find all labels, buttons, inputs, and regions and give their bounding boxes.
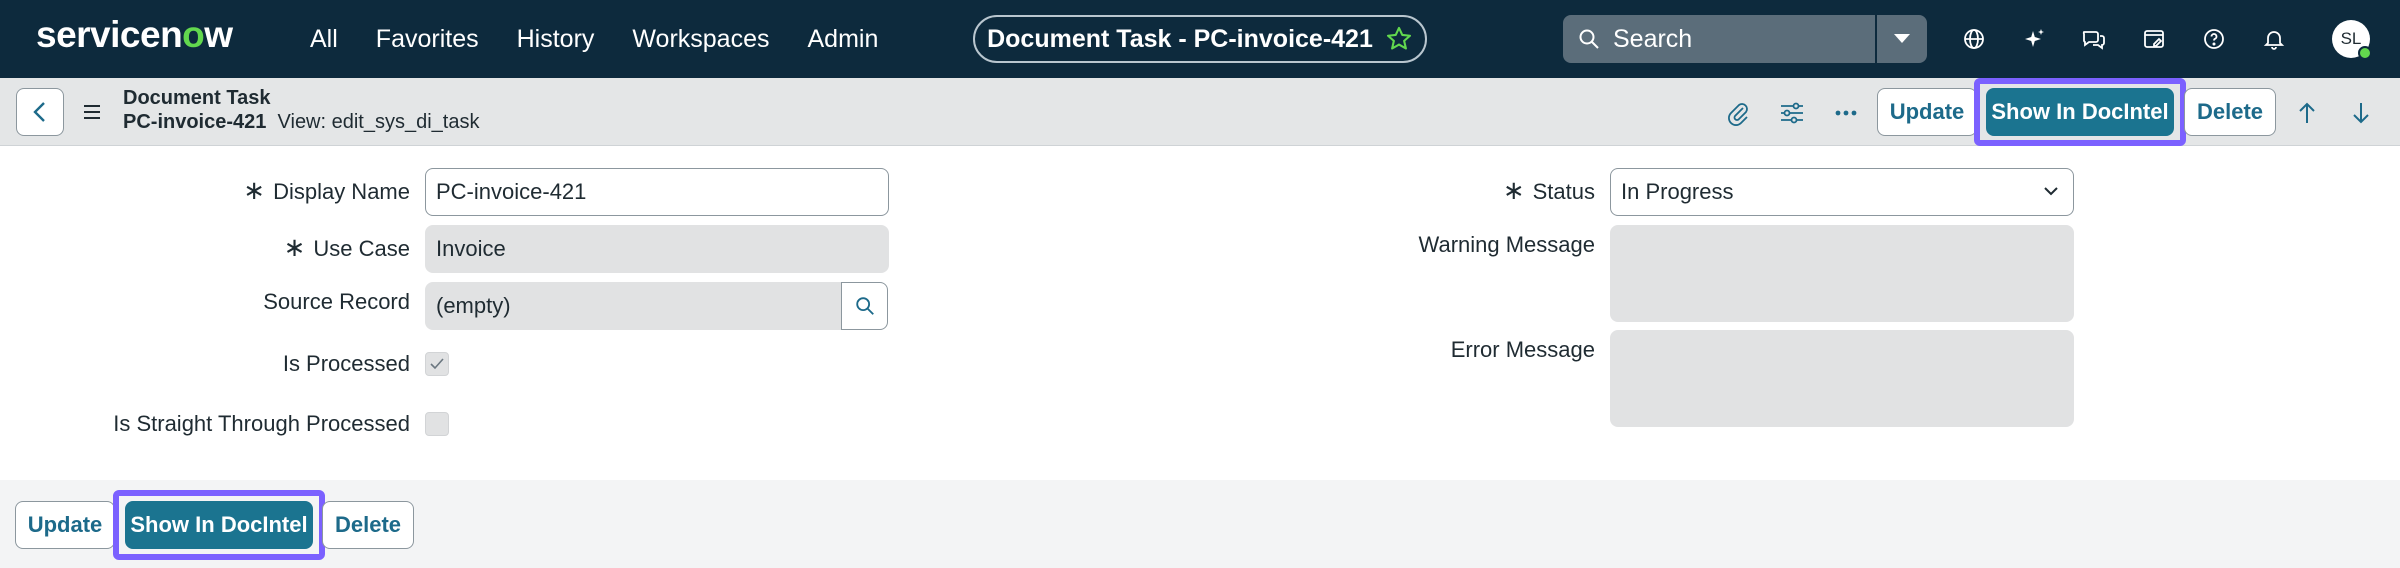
help-icon[interactable] <box>2195 20 2233 58</box>
nav-item-workspaces[interactable]: Workspaces <box>632 25 769 54</box>
nav-item-all[interactable]: All <box>310 25 338 54</box>
nav-item-favorites[interactable]: Favorites <box>376 25 479 54</box>
required-asterisk-icon: ∗ <box>243 175 266 205</box>
error-message-label: Error Message <box>1450 337 1595 362</box>
is-straight-through-checkbox[interactable] <box>425 412 449 436</box>
nav-item-admin[interactable]: Admin <box>808 25 879 54</box>
record-form: ∗ Display Name PC-invoice-421 ∗ Use Case I… <box>0 146 2400 480</box>
error-message-field <box>1610 330 2074 427</box>
form-footer-actions: Update Show In DocIntel Delete <box>0 480 2400 568</box>
arrow-down-icon[interactable] <box>2344 96 2378 130</box>
warning-message-label: Warning Message <box>1418 232 1595 257</box>
sparkle-icon[interactable] <box>2015 20 2053 58</box>
context-title: Document Task - PC-invoice-421 <box>987 24 1373 53</box>
caret-down-icon <box>1894 34 1910 43</box>
chevron-down-icon <box>2044 187 2058 196</box>
display-name-label: ∗ Display Name <box>243 175 410 205</box>
record-title: Document Task PC-invoice-421 View: edit_… <box>123 86 479 134</box>
user-avatar[interactable]: SL <box>2332 20 2372 60</box>
back-button[interactable] <box>16 88 64 136</box>
record-table-label: Document Task <box>123 87 271 109</box>
is-processed-checkbox[interactable] <box>425 352 449 376</box>
star-outline-icon[interactable] <box>1385 25 1413 53</box>
update-button-top[interactable]: Update <box>1877 88 1977 136</box>
presence-indicator <box>2358 46 2372 60</box>
required-asterisk-icon: ∗ <box>283 232 306 262</box>
avatar-initials: SL <box>2340 29 2362 48</box>
paperclip-icon[interactable] <box>1721 96 1755 130</box>
search-input[interactable] <box>1613 24 1853 54</box>
arrow-up-icon[interactable] <box>2290 96 2324 130</box>
record-header: Document Task PC-invoice-421 View: edit_… <box>0 78 2400 146</box>
source-record-lookup-button[interactable] <box>841 282 888 330</box>
update-button-bottom[interactable]: Update <box>15 501 115 549</box>
required-asterisk-icon: ∗ <box>1502 175 1525 205</box>
record-number: PC-invoice-421 <box>123 111 267 133</box>
source-record-field: (empty) <box>425 282 842 330</box>
is-processed-label: Is Processed <box>282 351 410 376</box>
more-options-icon[interactable] <box>1829 96 1863 130</box>
context-title-pill[interactable]: Document Task - PC-invoice-421 <box>973 15 1427 63</box>
search-icon <box>1579 29 1599 49</box>
chat-icon[interactable] <box>2075 20 2113 58</box>
show-in-docintel-button-top[interactable]: Show In DocIntel <box>1986 88 2174 136</box>
servicenow-logo[interactable]: servicenow <box>36 14 233 56</box>
bell-icon[interactable] <box>2255 20 2293 58</box>
display-name-field[interactable]: PC-invoice-421 <box>425 168 889 216</box>
search-icon <box>855 297 874 315</box>
delete-button-bottom[interactable]: Delete <box>322 501 414 549</box>
show-in-docintel-button-bottom[interactable]: Show In DocIntel <box>125 501 313 549</box>
settings-sliders-icon[interactable] <box>1775 96 1809 130</box>
checkmark-icon <box>430 358 444 370</box>
use-case-field: Invoice <box>425 225 889 273</box>
top-navigation-bar: servicenow All Favorites History Workspa… <box>0 0 2400 78</box>
main-menu: All Favorites History Workspaces Admin <box>310 0 878 78</box>
status-label: ∗ Status <box>1502 175 1595 205</box>
delete-button-top[interactable]: Delete <box>2184 88 2276 136</box>
scratchpad-icon[interactable] <box>2135 20 2173 58</box>
status-select[interactable]: In Progress <box>1610 168 2074 216</box>
global-search <box>1563 15 1875 63</box>
nav-icon-group <box>1955 0 2293 78</box>
warning-message-field <box>1610 225 2074 322</box>
form-menu-icon[interactable] <box>80 100 104 124</box>
nav-item-history[interactable]: History <box>517 25 595 54</box>
source-record-label: Source Record <box>263 289 410 314</box>
search-scope-dropdown[interactable] <box>1877 15 1927 63</box>
is-straight-through-label: Is Straight Through Processed <box>113 411 410 436</box>
globe-icon[interactable] <box>1955 20 1993 58</box>
status-value: In Progress <box>1621 179 1734 204</box>
view-label: View: edit_sys_di_task <box>277 111 480 133</box>
chevron-left-icon <box>33 102 45 122</box>
use-case-label: ∗ Use Case <box>283 232 410 262</box>
